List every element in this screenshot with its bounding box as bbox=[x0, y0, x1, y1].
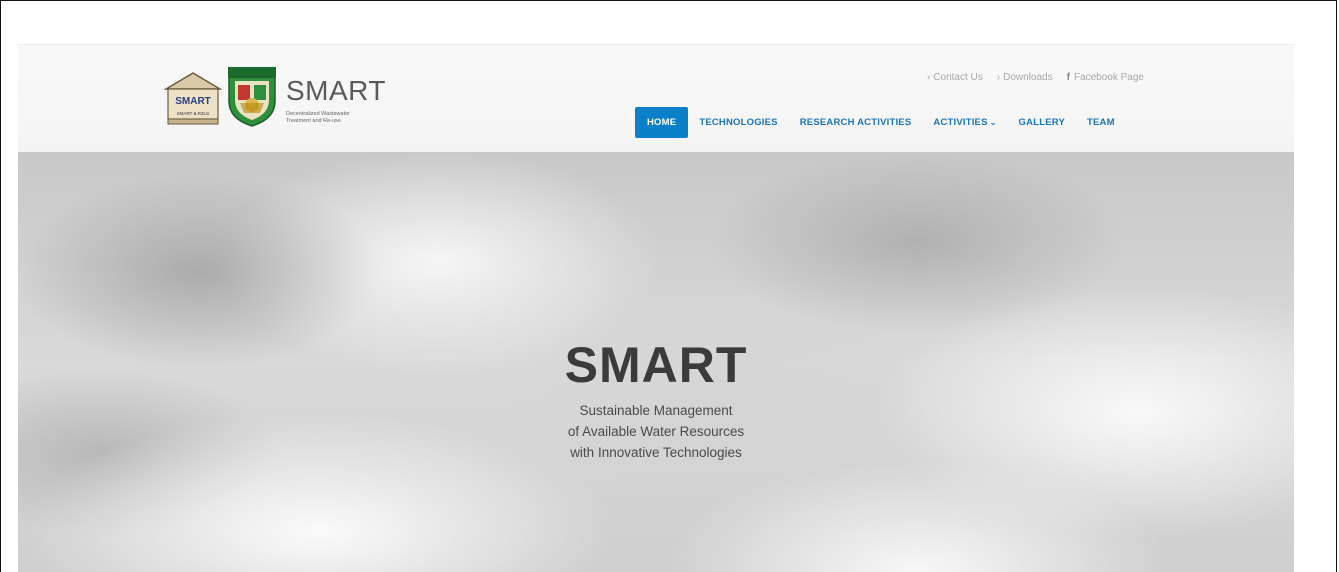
nav-item-research-activities[interactable]: RESEARCH ACTIVITIES bbox=[789, 107, 923, 138]
top-links: › Contact Us › Downloads f Facebook Page bbox=[927, 72, 1144, 83]
main-nav: HOME TECHNOLOGIES RESEARCH ACTIVITIES AC… bbox=[635, 107, 1126, 138]
chevron-down-icon: ⌄ bbox=[989, 118, 997, 127]
site-logo[interactable]: SMART SMART & R3Uo SMART Decentralized W… bbox=[164, 65, 394, 129]
logo-subtitle: Decentralized Wastewater Treatment and R… bbox=[286, 111, 350, 124]
hero-subtitle-line: Sustainable Management bbox=[579, 403, 733, 418]
facebook-page-link[interactable]: f Facebook Page bbox=[1067, 72, 1144, 83]
facebook-page-label: Facebook Page bbox=[1073, 72, 1144, 83]
website: SMART SMART & R3Uo SMART Decentralized W… bbox=[18, 44, 1294, 572]
hero-subtitle-line: of Available Water Resources bbox=[567, 424, 745, 439]
downloads-link[interactable]: › Downloads bbox=[997, 72, 1053, 83]
chevron-right-icon: › bbox=[926, 72, 931, 83]
nav-item-gallery[interactable]: GALLERY bbox=[1008, 107, 1076, 138]
hero-subtitle-line: with Innovative Technologies bbox=[570, 445, 742, 460]
logo-title: SMART bbox=[286, 75, 386, 106]
university-shield-logo bbox=[228, 67, 276, 127]
hero-subtitle: Sustainable Management of Available Wate… bbox=[18, 400, 1294, 463]
hero-title: SMART bbox=[564, 337, 748, 393]
nav-item-home[interactable]: HOME bbox=[635, 107, 689, 138]
nav-item-technologies[interactable]: TECHNOLOGIES bbox=[688, 107, 788, 138]
nav-item-activities-label: ACTIVITIES bbox=[933, 117, 988, 128]
downloads-label: Downloads bbox=[1003, 72, 1053, 83]
house-logo-caption: SMART & R3Uo bbox=[177, 111, 210, 116]
contact-us-link[interactable]: › Contact Us bbox=[927, 72, 983, 83]
chevron-right-icon: › bbox=[996, 72, 1001, 83]
smart-house-logo: SMART SMART & R3Uo bbox=[164, 72, 222, 125]
contact-us-label: Contact Us bbox=[933, 72, 983, 83]
nav-item-team[interactable]: TEAM bbox=[1076, 107, 1126, 138]
site-header: SMART SMART & R3Uo SMART Decentralized W… bbox=[18, 44, 1294, 153]
nav-item-activities[interactable]: ACTIVITIES ⌄ bbox=[922, 107, 1007, 138]
house-logo-text: SMART bbox=[175, 96, 211, 107]
hero-banner: SMART Sustainable Management of Availabl… bbox=[18, 152, 1294, 572]
facebook-icon: f bbox=[1066, 72, 1070, 83]
